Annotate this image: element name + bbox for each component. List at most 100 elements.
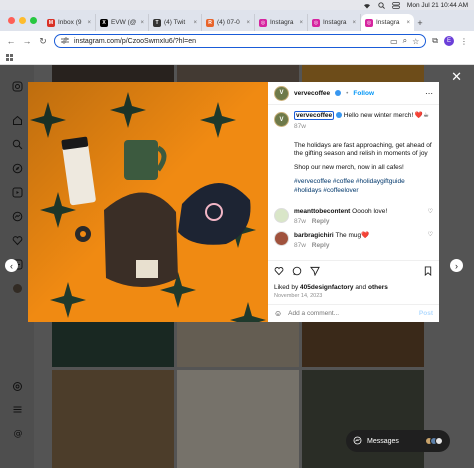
caption-paragraph-1: The holidays are fast approaching, get a… (294, 141, 432, 158)
tab-label: Inbox (9 (58, 19, 82, 26)
close-tab-icon[interactable]: × (406, 20, 410, 26)
back-arrow-icon[interactable]: ← (6, 36, 16, 46)
close-modal-icon[interactable]: ✕ (451, 70, 462, 83)
close-window-button[interactable] (8, 17, 15, 24)
comment-row: meanttobecontent Ooooh love! 87w Reply ♡ (274, 208, 433, 225)
commenter-avatar[interactable] (274, 231, 289, 247)
likes-and: and (355, 284, 367, 291)
wifi-icon[interactable] (363, 2, 371, 9)
author-username[interactable]: vervecoffee (294, 90, 330, 97)
tab-favicon-icon: ◎ (365, 18, 373, 27)
close-tab-icon[interactable]: × (299, 20, 303, 26)
apps-grid-icon[interactable] (6, 54, 13, 61)
comment-reply-button[interactable]: Reply (312, 218, 330, 225)
liked-by-user[interactable]: 405designfactory (300, 284, 353, 291)
comment-reply-button[interactable]: Reply (312, 242, 330, 249)
browser-tab[interactable]: T (4) Twit × (149, 14, 202, 31)
browser-tab[interactable]: X EVW (@ × (96, 14, 149, 31)
bookmark-star-icon[interactable]: ☆ (412, 37, 419, 46)
tab-favicon-icon: X (100, 18, 108, 27)
tab-label: Instagra (323, 19, 347, 26)
comment-text: Ooooh love! (352, 208, 388, 216)
search-icon[interactable] (378, 1, 385, 9)
messages-label: Messages (367, 437, 399, 445)
post-comment-button[interactable]: Post (419, 310, 433, 317)
post-photo[interactable] (28, 82, 268, 322)
menubar-datetime[interactable]: Mon Jul 21 10:44 AM (407, 2, 468, 9)
zoom-window-button[interactable] (30, 17, 37, 24)
extensions-icon[interactable]: ⧉ (432, 36, 438, 46)
window-controls (4, 10, 43, 31)
add-comment-input[interactable] (288, 310, 413, 317)
address-url[interactable]: instagram.com/p/CzooSwmxIu6/?hl=en (74, 38, 385, 45)
action-bar (268, 266, 439, 278)
zoom-icon[interactable]: ⌕ (403, 36, 407, 46)
comment-age: 87w (294, 218, 306, 226)
kebab-menu-icon[interactable]: ⋮ (460, 37, 468, 46)
caption-intro: Hello new winter merch! ❤️☕ (343, 112, 429, 119)
commenter-avatar[interactable] (274, 208, 289, 224)
post-date: November 14, 2023 (274, 293, 323, 299)
close-tab-icon[interactable]: × (246, 20, 250, 26)
comments-list: meanttobecontent Ooooh love! 87w Reply ♡ ba… (268, 200, 439, 249)
caption-author-username[interactable]: vervecoffee (294, 111, 335, 120)
forward-arrow-icon[interactable]: → (22, 36, 32, 46)
address-bar[interactable]: instagram.com/p/CzooSwmxIu6/?hl=en ▭ ⌕ ☆ (54, 34, 427, 48)
comment-row: barbragichiri The mug❤️ 87w Reply ♡ (274, 231, 433, 249)
close-tab-icon[interactable]: × (140, 20, 144, 26)
bookmarks-bar (0, 51, 474, 65)
verified-badge-icon (335, 90, 342, 96)
reload-icon[interactable]: ↻ (38, 36, 48, 47)
likes-others[interactable]: others (368, 284, 388, 291)
new-tab-button[interactable]: + (414, 14, 426, 31)
caption-paragraph-2: Shop our new merch, now in all cafes! (294, 164, 404, 172)
tab-favicon-icon: ◎ (259, 18, 267, 27)
commenter-username[interactable]: barbragichiri (294, 232, 334, 239)
message-avatars (425, 437, 443, 445)
next-post-arrow-icon[interactable]: › (450, 259, 463, 272)
author-avatar[interactable]: V (274, 85, 289, 101)
control-center-icon[interactable] (392, 1, 400, 9)
emoji-smiley-icon[interactable]: ☺ (274, 309, 282, 318)
profile-avatar[interactable]: E (444, 36, 454, 46)
messages-drawer-button[interactable]: Messages (346, 430, 450, 452)
comment-text: The mug❤️ (335, 232, 370, 240)
close-tab-icon[interactable]: × (193, 20, 197, 26)
likes-prefix: Liked by (274, 284, 299, 291)
separator-dot: • (346, 89, 349, 97)
browser-tab[interactable]: R (4) 07-0 × (202, 14, 255, 31)
caption-hashtags[interactable]: #vervecoffee #coffee #holidaygiftguide #… (294, 178, 433, 196)
close-tab-icon[interactable]: × (87, 20, 91, 26)
share-send-icon[interactable] (309, 266, 320, 278)
avatar (435, 437, 443, 445)
add-comment-bar: ☺ Post (268, 304, 439, 322)
verified-badge-icon (335, 112, 342, 119)
more-options-icon[interactable]: ⋯ (425, 89, 433, 98)
browser-tab[interactable]: ◎ Instagra × (308, 14, 361, 31)
comment-bubble-icon[interactable] (292, 266, 302, 278)
post-actions-area: Liked by 405designfactory and others Nov… (268, 260, 439, 299)
save-bookmark-icon[interactable] (423, 266, 433, 278)
cast-icon[interactable]: ▭ (390, 37, 398, 46)
comment-like-heart-icon[interactable]: ♡ (428, 231, 433, 238)
browser-tab[interactable]: ◎ Instagra × (361, 14, 414, 31)
minimize-window-button[interactable] (19, 17, 26, 24)
post-modal: V vervecoffee • Follow ⋯ V vervecoffee H… (28, 82, 439, 322)
caption-author-avatar[interactable]: V (274, 112, 289, 127)
tab-favicon-icon: T (153, 18, 161, 27)
tab-favicon-icon: R (206, 18, 214, 27)
follow-button[interactable]: Follow (353, 90, 374, 97)
browser-tab[interactable]: M Inbox (9 × (43, 14, 96, 31)
post-photo-image (28, 82, 268, 322)
browser-tab[interactable]: ◎ Instagra × (255, 14, 308, 31)
tab-label: (4) Twit (164, 19, 186, 26)
comment-like-heart-icon[interactable]: ♡ (428, 208, 433, 215)
tab-favicon-icon: ◎ (312, 18, 320, 27)
commenter-username[interactable]: meanttobecontent (294, 208, 350, 215)
site-info-icon[interactable] (61, 37, 69, 46)
close-tab-icon[interactable]: × (352, 20, 356, 26)
like-heart-icon[interactable] (274, 266, 284, 278)
messenger-icon (353, 436, 362, 447)
previous-post-arrow-icon[interactable]: ‹ (5, 259, 18, 272)
browser-toolbar: ← → ↻ instagram.com/p/CzooSwmxIu6/?hl=en… (0, 31, 474, 51)
